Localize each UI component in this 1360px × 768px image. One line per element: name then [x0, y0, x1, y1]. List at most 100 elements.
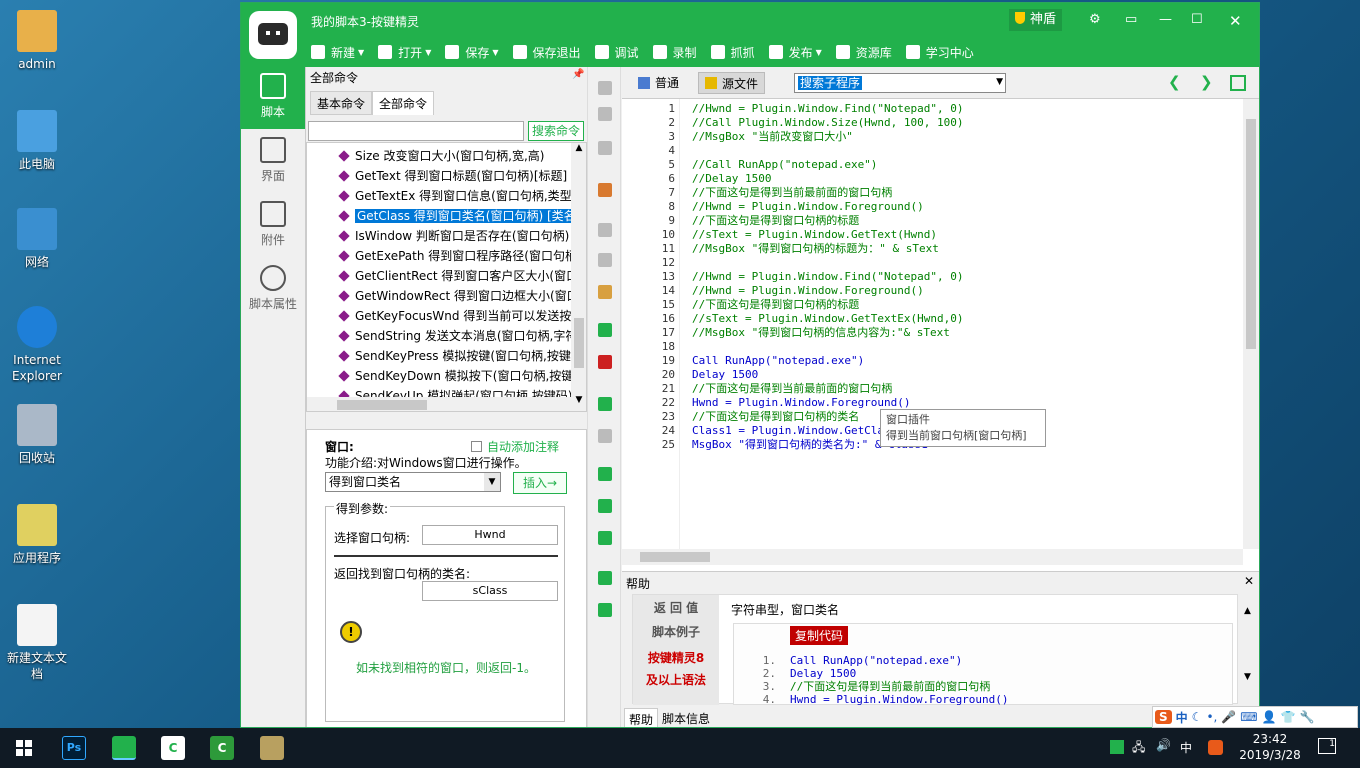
minimize-button[interactable]: — [1159, 12, 1172, 27]
tools-icon[interactable]: 🔧 [1300, 710, 1315, 724]
punctuation-icon[interactable]: •, [1206, 710, 1217, 724]
maximize-button[interactable]: ☐ [1191, 12, 1203, 27]
back-arrow-icon[interactable]: ❮ [1168, 73, 1181, 91]
function-select[interactable]: 得到窗口类名 ▼ [325, 472, 501, 492]
settings-icon[interactable]: ⚙ [1089, 12, 1101, 27]
tab-script-info[interactable]: 脚本信息 [658, 708, 714, 727]
mic-icon[interactable]: 🎤 [1221, 710, 1236, 724]
clock[interactable]: 23:42 2019/3/28 [1238, 731, 1302, 763]
param1-field[interactable]: Hwnd [422, 525, 558, 545]
toolbar-button[interactable]: 打开 ▼ [378, 41, 431, 63]
code-line[interactable]: //sText = Plugin.Window.GetTextEx(Hwnd,0… [692, 312, 1242, 326]
tray-anjian-icon[interactable] [1110, 740, 1124, 754]
command-list-item[interactable]: SendKeyDown 模拟按下(窗口句柄,按键 [307, 366, 573, 386]
volume-icon[interactable]: 🔊 [1156, 738, 1171, 752]
desktop-icon[interactable]: 新建文本文档 [5, 604, 69, 682]
toolbar-button[interactable]: 保存 ▼ [445, 41, 499, 63]
nav-item[interactable]: 脚本 [241, 67, 305, 129]
code-line[interactable]: //下面这句是得到当前最前面的窗口句柄 [692, 186, 1242, 200]
close-icon[interactable]: ✕ [1244, 574, 1254, 588]
shield-button[interactable]: 神盾 [1009, 9, 1063, 31]
code-line[interactable]: //Hwnd = Plugin.Window.Find("Notepad", 0… [692, 102, 1242, 116]
code-line[interactable] [692, 340, 1242, 354]
arrow-down-icon[interactable] [598, 81, 612, 95]
code-line[interactable]: //MsgBox "得到窗口句柄的信息内容为:"& sText [692, 326, 1242, 340]
insert-button[interactable]: 插入→ [513, 472, 567, 494]
command-list-item[interactable]: GetClientRect 得到窗口客户区大小(窗口 [307, 266, 578, 286]
code-line[interactable]: //Delay 1500 [692, 172, 1242, 186]
auto-comment-checkbox[interactable]: 自动添加注释 [471, 438, 559, 455]
keyboard-icon[interactable]: ⌨ [1240, 710, 1257, 724]
close-button[interactable]: ✕ [1229, 12, 1242, 30]
nav-item[interactable]: 界面 [241, 131, 305, 193]
desktop-icon[interactable]: 此电脑 [5, 110, 69, 172]
editor-hscrollbar[interactable] [622, 549, 1243, 565]
toolbar-button[interactable]: 录制 [652, 41, 697, 63]
layout-icon[interactable] [1230, 75, 1246, 91]
code-line[interactable]: //MsgBox "当前改变窗口大小" [692, 130, 1242, 144]
calc-icon[interactable] [598, 571, 612, 585]
undo-icon[interactable] [598, 397, 612, 411]
toolbar-button[interactable]: 资源库 [835, 41, 892, 63]
command-list-item[interactable]: IsWindow 判断窗口是否存在(窗口句柄) [307, 226, 571, 246]
goto-icon[interactable] [598, 467, 612, 481]
help-scroll-down-icon[interactable]: ▼ [1244, 672, 1251, 682]
desktop-icon[interactable]: Internet Explorer [5, 306, 69, 384]
nav-item[interactable]: 附件 [241, 195, 305, 257]
toolbar-button[interactable]: 发布 ▼ [768, 41, 822, 63]
code-line[interactable]: //下面这句是得到当前最前面的窗口句柄 [692, 382, 1242, 396]
hand-icon[interactable] [598, 183, 612, 197]
code-line[interactable]: //Call RunApp("notepad.exe") [692, 158, 1242, 172]
arrow-up-icon[interactable] [598, 107, 612, 121]
anjian-icon[interactable] [112, 736, 136, 760]
code-text[interactable]: //Hwnd = Plugin.Window.Find("Notepad", 0… [692, 99, 1242, 549]
tab-help[interactable]: 帮助 [624, 708, 659, 727]
code-line[interactable] [692, 256, 1242, 270]
command-list-item[interactable]: GetExePath 得到窗口程序路径(窗口句柄 [307, 246, 577, 266]
camtasia-recorder-icon[interactable]: C [210, 736, 234, 760]
code-line[interactable]: //Hwnd = Plugin.Window.Foreground() [692, 284, 1242, 298]
command-list-item[interactable]: GetWindowRect 得到窗口边框大小(窗口 [307, 286, 579, 306]
redo-icon[interactable] [598, 429, 612, 443]
pin-icon[interactable]: 📌 [572, 69, 584, 80]
tab-all-commands[interactable]: 全部命令 [372, 91, 435, 115]
code-line[interactable]: Call RunApp("notepad.exe") [692, 354, 1242, 368]
paste-icon[interactable] [598, 285, 612, 299]
toolbar-button[interactable]: 学习中心 [905, 41, 974, 63]
code-line[interactable]: //下面这句是得到窗口句柄的标题 [692, 298, 1242, 312]
skin-icon[interactable]: ▭ [1125, 12, 1137, 27]
desktop-icon[interactable]: admin [5, 10, 69, 72]
photoshop-icon[interactable]: Ps [62, 736, 86, 760]
search-command-button[interactable]: 搜索命令 [528, 121, 584, 141]
scroll-up-icon[interactable]: ▲ [571, 143, 586, 153]
view-icon[interactable] [598, 603, 612, 617]
cut-icon[interactable] [598, 141, 612, 155]
toolbar-button[interactable]: 保存退出 [512, 41, 581, 63]
comment-icon[interactable] [598, 323, 612, 337]
scroll-thumb[interactable] [1246, 119, 1256, 349]
replace-icon[interactable] [598, 531, 612, 545]
code-line[interactable]: //Call Plugin.Window.Size(Hwnd, 100, 100… [692, 116, 1242, 130]
tab-normal[interactable]: 普通 [638, 74, 679, 91]
find-icon[interactable] [598, 499, 612, 513]
code-line[interactable]: //sText = Plugin.Window.GetText(Hwnd) [692, 228, 1242, 242]
command-search-input[interactable] [308, 121, 524, 141]
hscroll-thumb[interactable] [640, 552, 710, 562]
user-icon[interactable]: 👤 [1262, 710, 1277, 724]
sogou-icon[interactable]: S [1155, 710, 1172, 724]
start-button[interactable] [16, 740, 32, 756]
copy-icon[interactable] [598, 223, 612, 237]
command-list-item[interactable]: SendKeyPress 模拟按键(窗口句柄,按键码 [307, 346, 583, 366]
sub-program-select[interactable]: 搜索子程序 ▼ [794, 73, 1006, 93]
toolbar-button[interactable]: 抓抓 [710, 41, 755, 63]
command-list-hscrollbar[interactable] [307, 397, 571, 411]
param2-field[interactable]: sClass [422, 581, 558, 601]
command-list-item[interactable]: GetClass 得到窗口类名(窗口句柄) [类名 [307, 206, 578, 226]
copy-code-button[interactable]: 复制代码 [790, 626, 849, 645]
code-line[interactable] [692, 144, 1242, 158]
tool-app-icon[interactable] [260, 736, 284, 760]
code-line[interactable]: //MsgBox "得到窗口句柄的标题为：" & sText [692, 242, 1242, 256]
delete-icon[interactable] [598, 355, 612, 369]
scroll-thumb[interactable] [574, 318, 584, 368]
command-list-scrollbar[interactable]: ▲ ▼ [571, 143, 586, 411]
